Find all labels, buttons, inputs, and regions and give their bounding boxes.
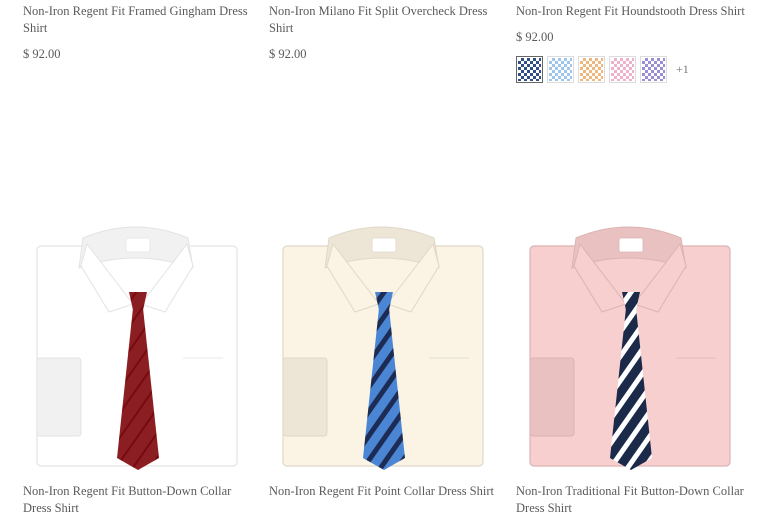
product-card[interactable]: Non-Iron Regent Fit Houndstooth Dress Sh… bbox=[516, 3, 746, 83]
product-image[interactable] bbox=[23, 208, 253, 473]
more-swatches-link[interactable]: +1 bbox=[676, 62, 689, 77]
houndstooth-pattern bbox=[642, 58, 665, 81]
swatch-pink[interactable] bbox=[609, 56, 636, 83]
product-card[interactable]: Non-Iron Traditional Fit Button-Down Col… bbox=[516, 483, 746, 517]
product-price: $ 92.00 bbox=[516, 30, 554, 44]
houndstooth-pattern bbox=[518, 58, 541, 81]
product-price: $ 92.00 bbox=[23, 47, 61, 61]
product-card[interactable]: Non-Iron Regent Fit Point Collar Dress S… bbox=[269, 483, 499, 500]
product-card[interactable]: Non-Iron Regent Fit Framed Gingham Dress… bbox=[23, 3, 253, 62]
product-grid: Non-Iron Regent Fit Framed Gingham Dress… bbox=[0, 0, 768, 523]
product-image[interactable] bbox=[269, 208, 499, 473]
product-title[interactable]: Non-Iron Regent Fit Button-Down Collar D… bbox=[23, 483, 253, 517]
product-card[interactable]: Non-Iron Regent Fit Button-Down Collar D… bbox=[23, 483, 253, 517]
product-title[interactable]: Non-Iron Regent Fit Houndstooth Dress Sh… bbox=[516, 3, 746, 20]
product-image[interactable] bbox=[516, 208, 746, 473]
swatch-navy[interactable] bbox=[516, 56, 543, 83]
product-title[interactable]: Non-Iron Milano Fit Split Overcheck Dres… bbox=[269, 3, 499, 37]
product-title[interactable]: Non-Iron Traditional Fit Button-Down Col… bbox=[516, 483, 746, 517]
product-title[interactable]: Non-Iron Regent Fit Framed Gingham Dress… bbox=[23, 3, 253, 37]
houndstooth-pattern bbox=[549, 58, 572, 81]
product-title[interactable]: Non-Iron Regent Fit Point Collar Dress S… bbox=[269, 483, 499, 500]
swatch-light-blue[interactable] bbox=[547, 56, 574, 83]
houndstooth-pattern bbox=[580, 58, 603, 81]
color-swatches: +1 bbox=[516, 56, 746, 83]
swatch-lavender[interactable] bbox=[640, 56, 667, 83]
swatch-orange[interactable] bbox=[578, 56, 605, 83]
product-price: $ 92.00 bbox=[269, 47, 307, 61]
houndstooth-pattern bbox=[611, 58, 634, 81]
product-card[interactable]: Non-Iron Milano Fit Split Overcheck Dres… bbox=[269, 3, 499, 62]
